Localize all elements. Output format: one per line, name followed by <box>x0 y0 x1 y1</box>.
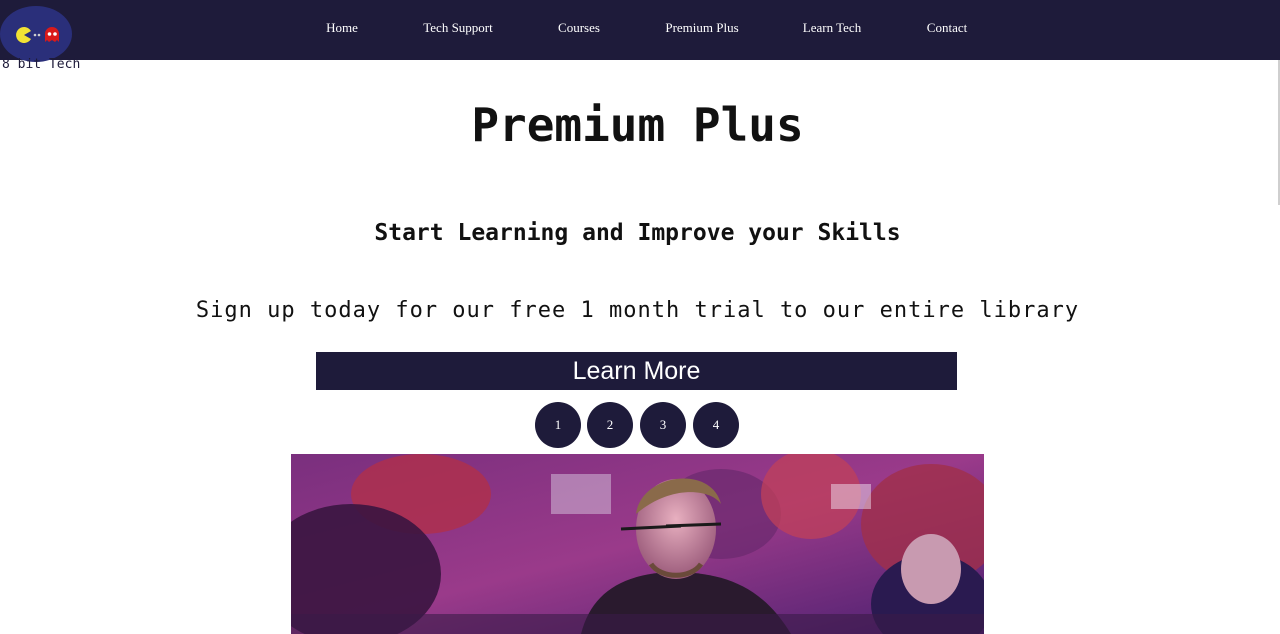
page-title: Premium Plus <box>471 98 804 152</box>
slide-dot-2[interactable]: 2 <box>587 402 633 448</box>
nav-tech-support[interactable]: Tech Support <box>423 20 493 36</box>
nav-contact[interactable]: Contact <box>927 20 967 36</box>
nav-learn-tech[interactable]: Learn Tech <box>803 20 861 36</box>
nav-premium-plus[interactable]: Premium Plus <box>665 20 738 36</box>
hero-photo-image <box>291 454 984 634</box>
hero-photo <box>291 454 984 634</box>
logo-text: 8 bit Tech <box>2 57 81 72</box>
logo-pacman-icon[interactable] <box>0 6 72 62</box>
slide-dot-4[interactable]: 4 <box>693 402 739 448</box>
learn-more-button[interactable]: Learn More <box>316 352 957 390</box>
top-navbar: Home Tech Support Courses Premium Plus L… <box>0 0 1280 62</box>
slide-dot-3[interactable]: 3 <box>640 402 686 448</box>
trial-tagline: Sign up today for our free 1 month trial… <box>195 298 1080 323</box>
nav-courses[interactable]: Courses <box>558 20 600 36</box>
page-subtitle: Start Learning and Improve your Skills <box>374 220 901 246</box>
nav-home[interactable]: Home <box>326 20 358 36</box>
slide-dot-1[interactable]: 1 <box>535 402 581 448</box>
